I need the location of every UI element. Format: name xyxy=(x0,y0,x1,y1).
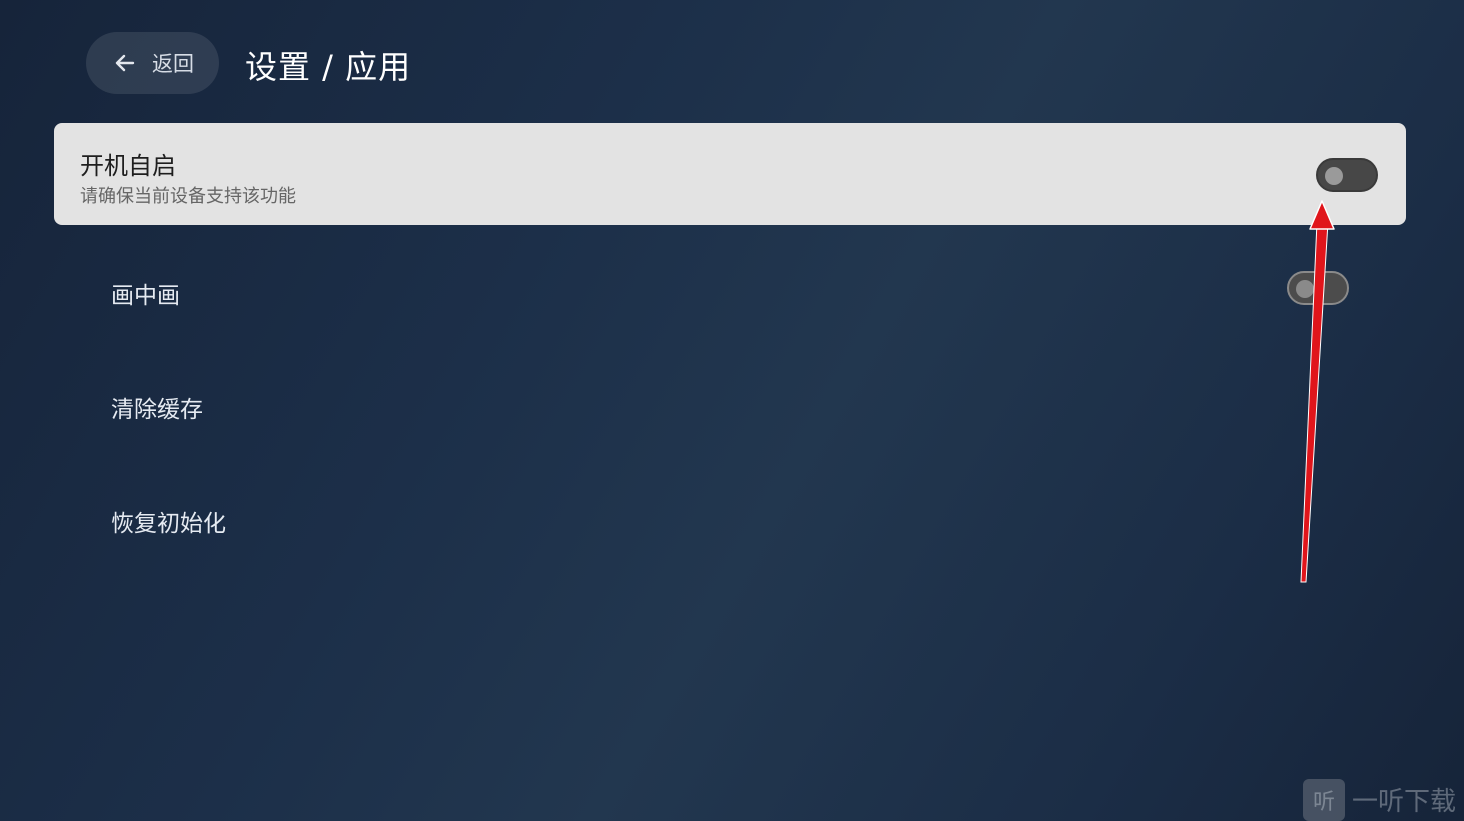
arrow-left-icon xyxy=(112,50,138,76)
setting-title: 开机自启 xyxy=(80,152,176,180)
setting-row-autostart[interactable]: 开机自启 请确保当前设备支持该功能 xyxy=(54,123,1406,225)
watermark-logo: 听 xyxy=(1303,778,1345,821)
setting-row-pip[interactable]: 画中画 xyxy=(54,250,1406,330)
setting-title: 清除缓存 xyxy=(111,397,203,423)
back-button[interactable]: 返回 xyxy=(86,32,219,94)
pip-toggle[interactable] xyxy=(1287,271,1349,305)
watermark: 听 一听下载 xyxy=(1303,778,1464,821)
autostart-toggle[interactable] xyxy=(1316,158,1378,192)
setting-row-reset[interactable]: 恢复初始化 xyxy=(54,478,1406,558)
toggle-knob xyxy=(1296,280,1314,298)
setting-title: 画中画 xyxy=(111,283,180,309)
setting-subtitle: 请确保当前设备支持该功能 xyxy=(80,186,296,207)
toggle-knob xyxy=(1325,167,1343,185)
watermark-text: 一听下载 xyxy=(1352,787,1457,817)
back-label: 返回 xyxy=(152,52,194,76)
setting-row-clear-cache[interactable]: 清除缓存 xyxy=(54,364,1406,444)
page-title: 设置 / 应用 xyxy=(245,48,412,86)
setting-title: 恢复初始化 xyxy=(111,511,226,537)
